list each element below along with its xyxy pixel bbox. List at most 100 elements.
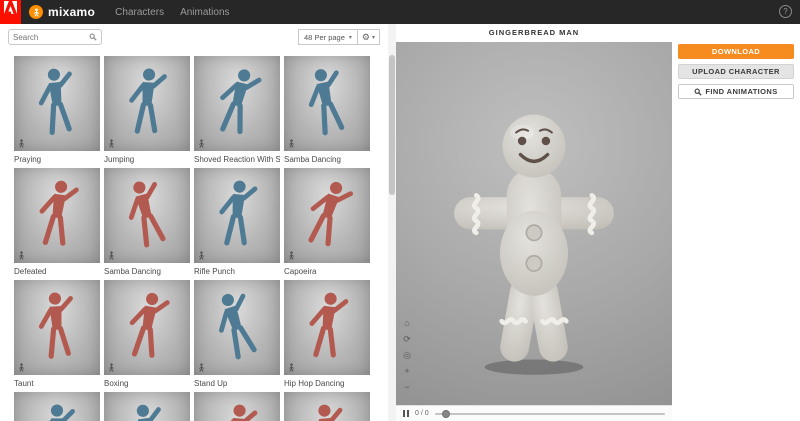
- animation-card[interactable]: Samba Dancing: [104, 168, 190, 280]
- mixamo-logo-icon: [29, 5, 43, 19]
- frame-counter: 0 / 0: [415, 410, 429, 417]
- help-icon[interactable]: ?: [779, 5, 792, 18]
- animation-card[interactable]: [14, 392, 100, 421]
- animation-name: Taunt: [14, 379, 34, 388]
- animation-type-icon: [199, 251, 204, 260]
- animation-thumbnail[interactable]: [104, 392, 190, 421]
- animation-thumbnail[interactable]: [284, 280, 370, 375]
- download-button[interactable]: DOWNLOAD: [678, 44, 794, 59]
- character-figure: [309, 292, 349, 358]
- character-viewer: GINGERBREAD MAN ⌂ ⟳ ◎ + − 0 / 0: [396, 24, 672, 421]
- chevron-down-icon: ▾: [348, 34, 352, 41]
- character-figure: [128, 404, 161, 421]
- target-icon[interactable]: ◎: [401, 349, 413, 361]
- animation-name: Hip Hop Dancing: [284, 379, 345, 388]
- search-box[interactable]: [8, 29, 102, 45]
- zoom-in-icon[interactable]: +: [401, 365, 413, 377]
- animation-thumbnail[interactable]: [284, 56, 370, 151]
- animation-card[interactable]: [194, 392, 280, 421]
- animation-card[interactable]: Jumping: [104, 56, 190, 168]
- animation-thumbnail[interactable]: [104, 56, 190, 151]
- character-figure: [219, 404, 258, 421]
- top-bar: mixamo Characters Animations ?: [0, 0, 800, 24]
- timeline-slider[interactable]: [434, 409, 665, 418]
- character-figure: [308, 181, 354, 246]
- upload-character-button[interactable]: UPLOAD CHARACTER: [678, 64, 794, 79]
- find-animations-button[interactable]: FIND ANIMATIONS: [678, 84, 794, 99]
- animation-card[interactable]: Praying: [14, 56, 100, 168]
- animation-thumbnail[interactable]: [14, 280, 100, 375]
- animation-type-icon: [19, 363, 24, 372]
- animation-thumbnail[interactable]: [14, 392, 100, 421]
- character-figure: [308, 404, 343, 421]
- animation-name: Samba Dancing: [284, 155, 341, 164]
- animation-thumbnail[interactable]: [14, 168, 100, 263]
- character-figure: [129, 68, 167, 134]
- orbit-icon[interactable]: ⟳: [401, 333, 413, 345]
- animation-thumbnail[interactable]: [194, 280, 280, 375]
- animation-thumbnail[interactable]: [284, 168, 370, 263]
- animation-thumbnail[interactable]: [284, 392, 370, 421]
- animations-toolbar: 48 Per page ▾ ⚙ ▾: [0, 24, 388, 50]
- animation-type-icon: [19, 251, 24, 260]
- settings-button[interactable]: ⚙ ▾: [357, 29, 380, 45]
- animation-name: Capoeira: [284, 267, 317, 276]
- scrollbar-thumb[interactable]: [389, 55, 395, 195]
- animation-thumbnail[interactable]: [194, 56, 280, 151]
- animation-thumbnail[interactable]: [104, 168, 190, 263]
- pause-button[interactable]: [403, 410, 409, 417]
- character-figure: [49, 403, 75, 421]
- animation-thumbnail[interactable]: [14, 56, 100, 151]
- animation-name: Praying: [14, 155, 42, 164]
- animation-name: Boxing: [104, 379, 129, 388]
- animation-card[interactable]: Shoved Reaction With Spin: [194, 56, 280, 168]
- mixamo-logo[interactable]: mixamo: [29, 5, 95, 19]
- animation-card[interactable]: Defeated: [14, 168, 100, 280]
- gear-icon: ⚙: [361, 31, 370, 42]
- character-figure: [219, 180, 258, 246]
- animation-card[interactable]: Hip Hop Dancing: [284, 280, 370, 392]
- animation-thumbnail[interactable]: [104, 280, 190, 375]
- animation-type-icon: [19, 139, 24, 148]
- nav-animations[interactable]: Animations: [180, 7, 229, 18]
- animation-card[interactable]: Boxing: [104, 280, 190, 392]
- brand-name: mixamo: [48, 5, 96, 19]
- search-icon: [89, 33, 97, 41]
- character-figure: [308, 68, 345, 135]
- gingerbread-model[interactable]: [441, 107, 628, 379]
- animation-type-icon: [289, 363, 294, 372]
- animation-thumbnail[interactable]: [194, 392, 280, 421]
- adobe-logo-icon[interactable]: [0, 0, 21, 24]
- animations-panel: 48 Per page ▾ ⚙ ▾ Praying: [0, 24, 388, 421]
- per-page-select[interactable]: 48 Per page ▾: [298, 29, 358, 45]
- per-page-value: 48 Per page: [304, 32, 345, 42]
- animation-card[interactable]: Capoeira: [284, 168, 370, 280]
- zoom-out-icon[interactable]: −: [401, 381, 413, 393]
- viewer-stage[interactable]: ⌂ ⟳ ◎ + −: [396, 42, 672, 405]
- character-figure: [39, 180, 79, 246]
- animation-card[interactable]: [104, 392, 190, 421]
- animation-thumbnail[interactable]: [194, 168, 280, 263]
- animation-card[interactable]: Rifle Punch: [194, 168, 280, 280]
- animations-grid: Praying Jumping Shoved Reaction With S S…: [14, 56, 374, 421]
- nav-characters[interactable]: Characters: [115, 7, 164, 18]
- animation-name: Stand Up: [194, 379, 228, 388]
- chevron-down-icon: ▾: [371, 34, 375, 41]
- animation-card[interactable]: [284, 392, 370, 421]
- character-figure: [218, 293, 257, 359]
- animation-card[interactable]: Samba Dancing: [284, 56, 370, 168]
- animation-name: Defeated: [14, 267, 47, 276]
- character-figure: [128, 180, 166, 247]
- character-figure: [38, 68, 72, 135]
- panel-scrollbar[interactable]: [388, 24, 396, 421]
- find-animations-label: FIND ANIMATIONS: [705, 87, 778, 96]
- home-icon[interactable]: ⌂: [401, 317, 413, 329]
- playback-bar: 0 / 0: [396, 405, 672, 421]
- character-figure: [220, 68, 262, 134]
- animation-card[interactable]: Stand Up: [194, 280, 280, 392]
- timeline-knob[interactable]: [441, 409, 450, 418]
- animation-type-icon: [109, 363, 114, 372]
- animation-type-icon: [289, 139, 294, 148]
- search-input[interactable]: [13, 32, 89, 42]
- animation-card[interactable]: Taunt: [14, 280, 100, 392]
